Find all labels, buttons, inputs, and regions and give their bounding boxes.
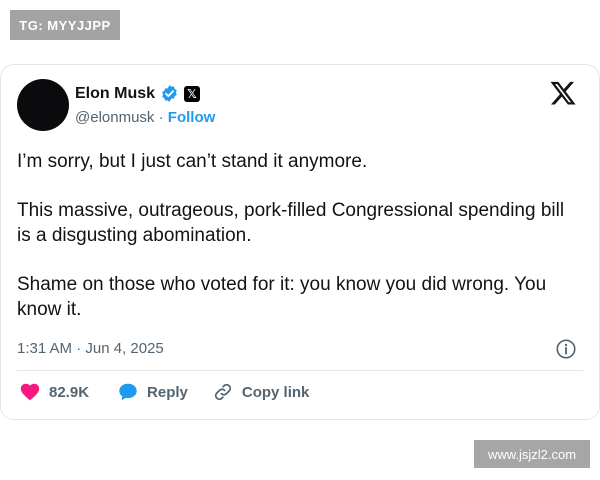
- handle-row: @elonmusk · Follow: [75, 109, 215, 126]
- bottom-watermark: www.jsjzl2.com: [474, 440, 590, 468]
- tweet-timestamp[interactable]: 1:31 AM · Jun 4, 2025: [17, 340, 164, 357]
- info-icon[interactable]: [555, 338, 577, 360]
- tweet-text: I’m sorry, but I just can’t stand it any…: [17, 149, 577, 322]
- tweet-card: Elon Musk 𝕏 @elonmusk · Follow I’m sorry…: [0, 64, 600, 420]
- x-affiliation-badge-icon: 𝕏: [184, 85, 201, 102]
- like-button[interactable]: 82.9K: [19, 381, 89, 403]
- link-icon: [214, 383, 231, 401]
- reply-label: Reply: [147, 383, 188, 401]
- verified-badge-icon: [162, 85, 177, 102]
- speech-bubble-icon: [119, 383, 137, 401]
- avatar[interactable]: [17, 79, 69, 131]
- author-handle[interactable]: @elonmusk: [75, 109, 154, 126]
- tweet-paragraph-2: This massive, outrageous, pork-filled Co…: [17, 200, 565, 246]
- reply-button[interactable]: Reply: [117, 381, 188, 403]
- tweet-paragraph-3: Shame on those who voted for it: you kno…: [17, 274, 547, 320]
- like-count: 82.9K: [49, 383, 90, 401]
- top-watermark: TG: MYYJJPP: [10, 10, 120, 40]
- divider: [17, 370, 583, 371]
- tweet-paragraph-1: I’m sorry, but I just can’t stand it any…: [17, 151, 368, 172]
- heart-icon: [20, 383, 40, 401]
- author-name-row: Elon Musk 𝕏: [75, 84, 201, 103]
- x-logo-icon[interactable]: [549, 79, 577, 107]
- follow-button[interactable]: Follow: [168, 109, 216, 126]
- handle-separator: ·: [158, 109, 164, 126]
- action-bar: 82.9K Reply Copy link: [19, 381, 309, 403]
- copy-link-label: Copy link: [241, 383, 310, 401]
- copy-link-button[interactable]: Copy link: [212, 381, 310, 403]
- author-name[interactable]: Elon Musk: [75, 85, 155, 103]
